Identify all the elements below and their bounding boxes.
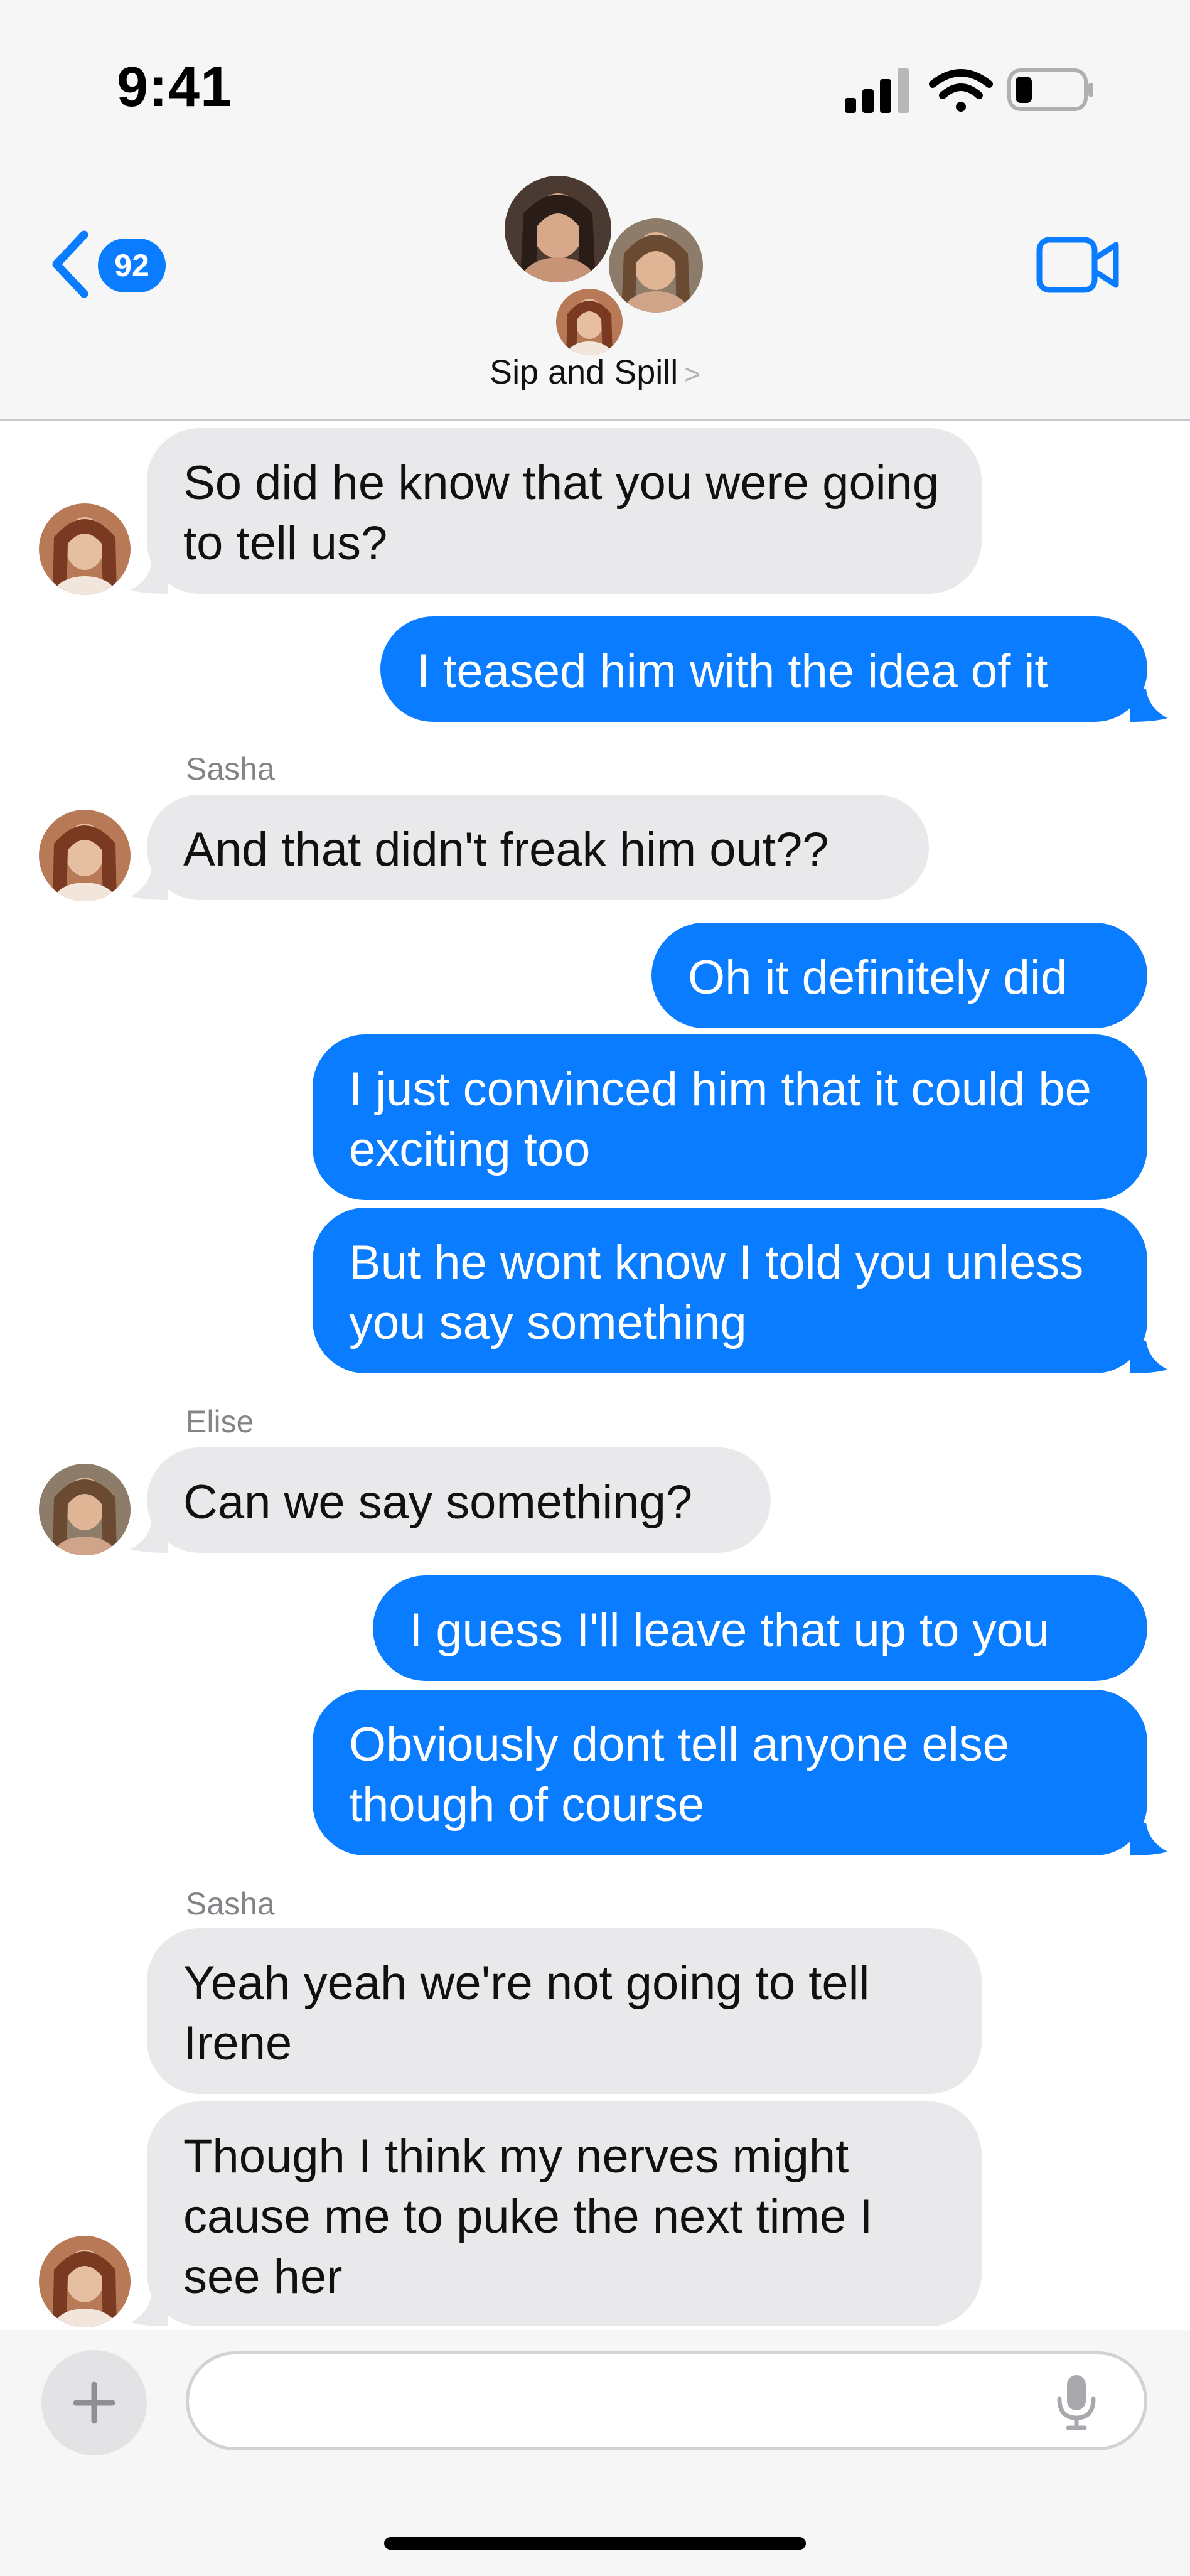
member-avatar [552,285,626,359]
dictation-button[interactable] [1054,2373,1098,2435]
outgoing-message[interactable]: Obviously dont tell anyone else though o… [313,1690,1147,1855]
status-bar: 9:41 [0,0,1190,157]
video-call-button[interactable] [1036,236,1121,297]
outgoing-message[interactable]: I teased him with the idea of it [380,616,1147,722]
message-thread[interactable]: So did he know that you were going to te… [0,421,1190,2329]
bubble-tail [131,867,168,900]
chevron-right-icon: > [684,359,700,390]
conversation-header: 92 Sip and Spill > [0,157,1190,421]
incoming-message[interactable]: And that didn't freak him out?? [147,795,929,900]
outgoing-message[interactable]: Oh it definitely did [651,923,1147,1028]
bubble-tail [131,1520,168,1553]
status-icons [845,65,1096,119]
incoming-message[interactable]: Though I think my nerves might cause me … [147,2101,982,2326]
plus-icon [73,2381,115,2424]
incoming-message[interactable]: So did he know that you were going to te… [147,428,982,594]
sender-avatar[interactable] [39,503,131,595]
battery-icon [1007,68,1093,111]
message-composer [0,2330,1190,2576]
sender-name: Sasha [186,751,275,786]
incoming-message[interactable]: Yeah yeah we're not going to tell Irene [147,1928,982,2094]
outgoing-message[interactable]: I just convinced him that it could be ex… [313,1034,1147,1200]
group-name[interactable]: Sip and Spill > [0,353,1190,392]
status-time: 9:41 [117,56,233,119]
outgoing-message[interactable]: I guess I'll leave that up to you [373,1575,1147,1681]
signal-icon [845,68,909,113]
microphone-icon [1057,2375,1096,2430]
bubble-tail [1130,689,1167,722]
bubble-tail [1130,1341,1167,1373]
home-indicator[interactable] [384,2537,806,2550]
add-attachment-button[interactable] [41,2350,147,2455]
group-avatar-cluster[interactable] [501,172,707,359]
back-chevron-icon [52,230,88,298]
sender-name: Elise [186,1404,254,1439]
unread-count-badge[interactable]: 92 [98,239,166,292]
back-button[interactable] [49,230,93,302]
incoming-message[interactable]: Can we say something? [147,1447,771,1553]
wifi-icon [929,69,993,112]
bubble-tail [1130,1823,1167,1855]
video-call-icon [1036,237,1119,293]
sender-avatar[interactable] [39,1464,131,1555]
message-input[interactable] [186,2351,1147,2450]
sender-name: Sasha [186,1886,275,1921]
sender-avatar[interactable] [39,2236,131,2327]
bubble-tail [131,2294,168,2326]
sender-avatar[interactable] [39,810,131,901]
group-name-label: Sip and Spill [490,353,678,391]
outgoing-message[interactable]: But he wont know I told you unless you s… [313,1208,1147,1373]
member-avatar [501,172,615,286]
bubble-tail [131,561,168,594]
